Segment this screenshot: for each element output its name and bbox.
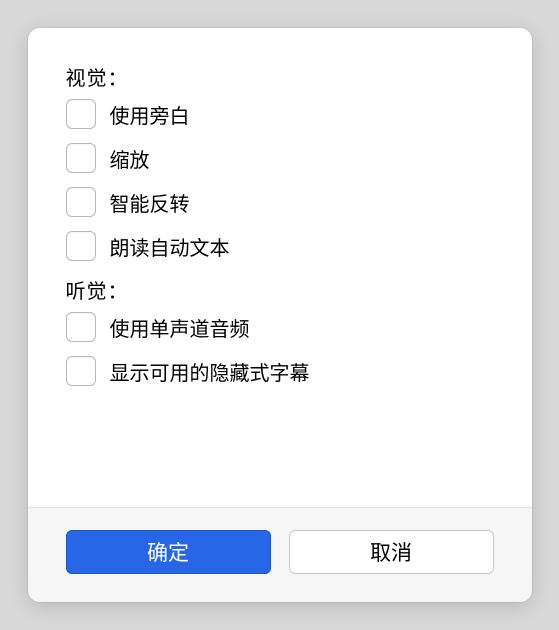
option-label: 使用旁白 [110,100,190,129]
dialog-footer: 确定 取消 [28,507,532,602]
checkbox-smart-invert[interactable] [66,187,96,217]
option-label: 朗读自动文本 [110,232,230,261]
visual-section-label: 视觉： [66,62,494,91]
accessibility-dialog: 视觉： 使用旁白 缩放 智能反转 朗读自动文本 听觉： 使用单声道音频 显示可用… [28,28,532,602]
option-speak-auto-text: 朗读自动文本 [66,231,494,261]
option-voiceover: 使用旁白 [66,99,494,129]
ok-button[interactable]: 确定 [66,530,271,574]
hearing-section-label: 听觉： [66,275,494,304]
option-closed-captions: 显示可用的隐藏式字幕 [66,356,494,386]
option-label: 显示可用的隐藏式字幕 [110,357,310,386]
option-mono-audio: 使用单声道音频 [66,312,494,342]
option-smart-invert: 智能反转 [66,187,494,217]
option-label: 智能反转 [110,188,190,217]
checkbox-speak-auto-text[interactable] [66,231,96,261]
dialog-content: 视觉： 使用旁白 缩放 智能反转 朗读自动文本 听觉： 使用单声道音频 显示可用… [28,28,532,507]
cancel-button[interactable]: 取消 [289,530,494,574]
option-zoom: 缩放 [66,143,494,173]
option-label: 缩放 [110,144,150,173]
checkbox-voiceover[interactable] [66,99,96,129]
checkbox-mono-audio[interactable] [66,312,96,342]
option-label: 使用单声道音频 [110,313,250,342]
checkbox-closed-captions[interactable] [66,356,96,386]
checkbox-zoom[interactable] [66,143,96,173]
